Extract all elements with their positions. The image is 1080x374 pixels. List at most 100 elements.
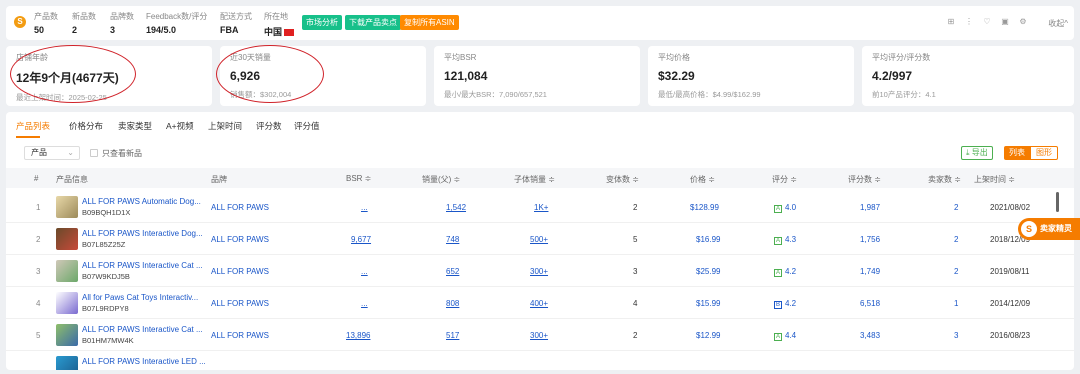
assistant-logo-icon: S	[1021, 221, 1037, 237]
product-image[interactable]	[56, 196, 78, 218]
new-only-checkbox[interactable]	[90, 149, 98, 157]
child-sales-value[interactable]: 500+	[530, 235, 548, 244]
review-count-value[interactable]: 1,756	[860, 235, 880, 244]
tab-product-list[interactable]: 产品列表	[16, 120, 50, 132]
product-image[interactable]	[56, 228, 78, 250]
col-bsr[interactable]: BSR ≑	[346, 174, 371, 183]
product-asin[interactable]: B07L9RDPY8	[82, 304, 129, 313]
review-count-value[interactable]: 3,483	[860, 331, 880, 340]
col-review-count[interactable]: 评分数 ≑	[848, 174, 881, 185]
price-value: $12.99	[696, 331, 721, 340]
tab-listing-time[interactable]: 上架时间	[208, 120, 242, 132]
table-scrollbar[interactable]	[1056, 192, 1059, 212]
child-sales-value[interactable]: 300+	[530, 331, 548, 340]
sellers-value[interactable]: 2	[954, 203, 958, 212]
product-image[interactable]	[56, 292, 78, 314]
collapse-button[interactable]: 收起^	[1048, 18, 1068, 29]
col-index: #	[34, 174, 39, 183]
copy-all-asin-button[interactable]: 复制所有ASIN	[400, 15, 459, 30]
col-brand: 品牌	[211, 175, 227, 184]
stat-value-products: 50	[34, 25, 45, 35]
child-sales-value[interactable]: 1K+	[534, 203, 548, 212]
sales-value[interactable]: 808	[446, 299, 459, 308]
review-count-value[interactable]: 1,987	[860, 203, 880, 212]
sales-value[interactable]: 517	[446, 331, 459, 340]
floating-assistant-button[interactable]: S 卖家精灵	[1018, 218, 1080, 240]
review-count-value[interactable]: 6,518	[860, 299, 880, 308]
table-row[interactable]: 5 ALL FOR PAWS Interactive Cat ... B01HM…	[6, 320, 1074, 351]
sales-value[interactable]: 748	[446, 235, 459, 244]
child-sales-value[interactable]: 300+	[530, 267, 548, 276]
col-listing-date[interactable]: 上架时间 ≑	[974, 174, 1015, 185]
sellers-value[interactable]: 2	[954, 267, 958, 276]
brand-link[interactable]: ALL FOR PAWS	[211, 267, 269, 276]
stat-label-products: 产品数	[34, 12, 58, 21]
col-child-sales[interactable]: 子体销量 ≑	[514, 174, 555, 185]
download-selling-points-button[interactable]: 下载产品卖点	[345, 15, 401, 30]
product-asin[interactable]: B09BQH1D1X	[82, 208, 130, 217]
brand-link[interactable]: ALL FOR PAWS	[211, 203, 269, 212]
table-row[interactable]: 4 All for Paws Cat Toys Interactiv... B0…	[6, 288, 1074, 319]
product-name[interactable]: ALL FOR PAWS Interactive LED ...	[82, 357, 206, 366]
bsr-value[interactable]: ...	[361, 299, 368, 308]
sellers-value[interactable]: 2	[954, 235, 958, 244]
col-rating[interactable]: 评分 ≑	[772, 174, 797, 185]
bsr-value[interactable]: 9,677	[351, 235, 371, 244]
product-name[interactable]: ALL FOR PAWS Interactive Cat ...	[82, 261, 203, 270]
export-button[interactable]: ⤓ 导出	[961, 146, 993, 160]
stat-value-delivery: FBA	[220, 25, 239, 35]
product-asin[interactable]: B01HM7MW4K	[82, 336, 134, 345]
tab-seller-type[interactable]: 卖家类型	[118, 120, 152, 132]
product-name[interactable]: ALL FOR PAWS Interactive Cat ...	[82, 325, 203, 334]
table-row[interactable]: 3 ALL FOR PAWS Interactive Cat ... B07W9…	[6, 256, 1074, 287]
review-count-value[interactable]: 1,749	[860, 267, 880, 276]
brand-link[interactable]: ALL FOR PAWS	[211, 299, 269, 308]
product-name[interactable]: ALL FOR PAWS Automatic Dog...	[82, 197, 201, 206]
select-value: 产品	[31, 148, 47, 157]
brand-link[interactable]: ALL FOR PAWS	[211, 331, 269, 340]
stat-label-feedback: Feedback数/评分	[146, 12, 208, 21]
tab-review-count[interactable]: 评分数	[256, 120, 282, 132]
product-image[interactable]	[56, 324, 78, 346]
col-variants[interactable]: 变体数 ≑	[606, 174, 639, 185]
tab-price-distribution[interactable]: 价格分布	[69, 120, 103, 132]
product-type-select[interactable]: 产品 ⌄	[24, 146, 80, 160]
heart-icon[interactable]: ♡	[982, 17, 992, 27]
summary-cards: 店铺年龄 12年9个月(4677天) 最近上架时间：2025-02-25 近30…	[6, 46, 1074, 108]
video-icon[interactable]: ▣	[1000, 17, 1010, 27]
settings-icon[interactable]: ⚙	[1018, 17, 1028, 27]
bsr-value[interactable]: ...	[361, 267, 368, 276]
tab-rating-value[interactable]: 评分值	[294, 120, 320, 132]
grid-icon[interactable]: ⊞	[946, 17, 956, 27]
sellers-value[interactable]: 1	[954, 299, 958, 308]
bsr-value[interactable]: 13,896	[346, 331, 370, 340]
product-name[interactable]: All for Paws Cat Toys Interactiv...	[82, 293, 198, 302]
sellers-value[interactable]: 3	[954, 331, 958, 340]
sales-value[interactable]: 652	[446, 267, 459, 276]
col-sales[interactable]: 销量(父) ≑	[422, 174, 460, 185]
chart-view-button[interactable]: 图形	[1030, 146, 1058, 160]
rating-badge: A	[774, 237, 782, 245]
product-name[interactable]: ALL FOR PAWS Interactive Dog...	[82, 229, 203, 238]
market-analysis-button[interactable]: 市场分析	[302, 15, 342, 30]
table-row[interactable]: 2 ALL FOR PAWS Interactive Dog... B07L85…	[6, 224, 1074, 255]
sales-value[interactable]: 1,542	[446, 203, 466, 212]
child-sales-value[interactable]: 400+	[530, 299, 548, 308]
table-row[interactable]: ALL FOR PAWS Interactive LED ...	[6, 352, 1074, 370]
listing-date: 2014/12/09	[990, 299, 1031, 308]
product-asin[interactable]: B07W9KDJ5B	[82, 272, 130, 281]
col-sellers[interactable]: 卖家数 ≑	[928, 174, 961, 185]
product-image[interactable]	[56, 260, 78, 282]
product-asin[interactable]: B07L85Z25Z	[82, 240, 125, 249]
page: S 产品数 50 新品数 2 品牌数 3 Feedback数/评分 194/5.…	[0, 0, 1080, 374]
brand-link[interactable]: ALL FOR PAWS	[211, 235, 269, 244]
tab-aplus-video[interactable]: A+视频	[166, 120, 194, 132]
more-icon[interactable]: ⋮	[964, 17, 974, 27]
row-index: 2	[36, 235, 41, 244]
list-view-button[interactable]: 列表	[1004, 146, 1030, 160]
product-image[interactable]	[56, 356, 78, 370]
col-price[interactable]: 价格 ≑	[690, 174, 715, 185]
rating-badge: B	[774, 301, 782, 309]
bsr-value[interactable]: ...	[361, 203, 368, 212]
table-row[interactable]: 1 ALL FOR PAWS Automatic Dog... B09BQH1D…	[6, 192, 1074, 223]
